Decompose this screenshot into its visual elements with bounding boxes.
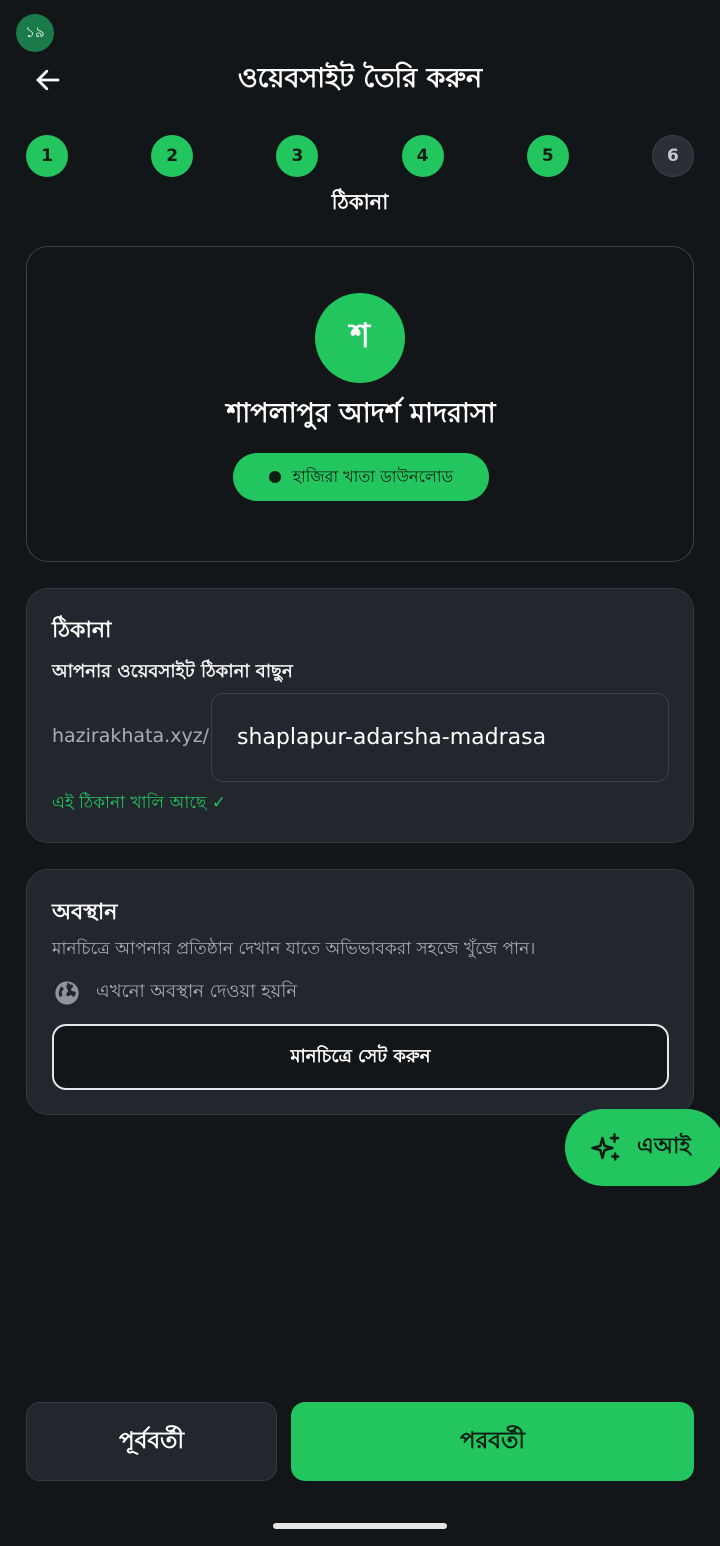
home-indicator	[273, 1523, 447, 1529]
step-3[interactable]: 3	[276, 135, 319, 177]
sparkles-icon	[591, 1132, 620, 1161]
step-5[interactable]: 5	[526, 135, 569, 177]
back-button[interactable]	[28, 60, 68, 100]
arrow-left-icon	[36, 69, 60, 91]
step-1[interactable]: 1	[26, 135, 68, 177]
app-header: ওয়েবসাইট তৈরি করুন	[0, 52, 720, 108]
page-title: ওয়েবসাইট তৈরি করুন	[237, 62, 483, 94]
location-description: মানচিত্রে আপনার প্রতিষ্ঠান দেখান যাতে অভ…	[52, 939, 536, 959]
availability-message: এই ঠিকানা খালি আছে ✓	[52, 793, 227, 813]
address-card: ঠিকানা আপনার ওয়েবসাইট ঠিকানা বাছুন hazi…	[26, 588, 694, 843]
ai-button-label: এআই	[637, 1134, 691, 1159]
dot-icon	[268, 471, 281, 483]
previous-button[interactable]: পূর্ববর্তী	[26, 1402, 277, 1481]
globe-icon	[52, 978, 82, 1008]
address-card-title: ঠিকানা	[52, 618, 112, 643]
location-status: এখনো অবস্থান দেওয়া হয়নি	[96, 981, 298, 1002]
step-6[interactable]: 6	[651, 135, 694, 177]
next-button[interactable]: পরবর্তী	[291, 1402, 694, 1481]
site-tag-label: হাজিরা খাতা ডাউনলোড	[292, 466, 454, 486]
address-card-subtitle: আপনার ওয়েবসাইট ঠিকানা বাছুন	[52, 661, 293, 682]
site-avatar: শ	[315, 293, 405, 383]
site-name: শাপলাপুর আদর্শ মাদরাসা	[226, 398, 496, 429]
step-4[interactable]: 4	[401, 135, 444, 177]
location-card: অবস্থান মানচিত্রে আপনার প্রতিষ্ঠান দেখান…	[26, 869, 694, 1115]
site-preview-card: শ শাপলাপুর আদর্শ মাদরাসা হাজিরা খাতা ডাউ…	[26, 246, 694, 562]
current-step-label: ঠিকানা	[331, 190, 389, 214]
slug-input[interactable]	[211, 693, 669, 782]
step-indicator: 1 2 3 4 5 6	[26, 135, 694, 177]
location-status-row: এখনো অবস্থান দেওয়া হয়নি	[52, 977, 297, 1008]
location-card-title: অবস্থান	[52, 900, 118, 925]
set-on-map-button[interactable]: মানচিত্রে সেট করুন	[52, 1024, 669, 1090]
step-2[interactable]: 2	[151, 135, 194, 177]
ai-assistant-button[interactable]: এআই	[565, 1109, 720, 1186]
status-badge: ১৯	[16, 14, 54, 52]
site-tag-pill: হাজিরা খাতা ডাউনলোড	[233, 453, 489, 501]
url-prefix: hazirakhata.xyz/	[52, 725, 210, 747]
